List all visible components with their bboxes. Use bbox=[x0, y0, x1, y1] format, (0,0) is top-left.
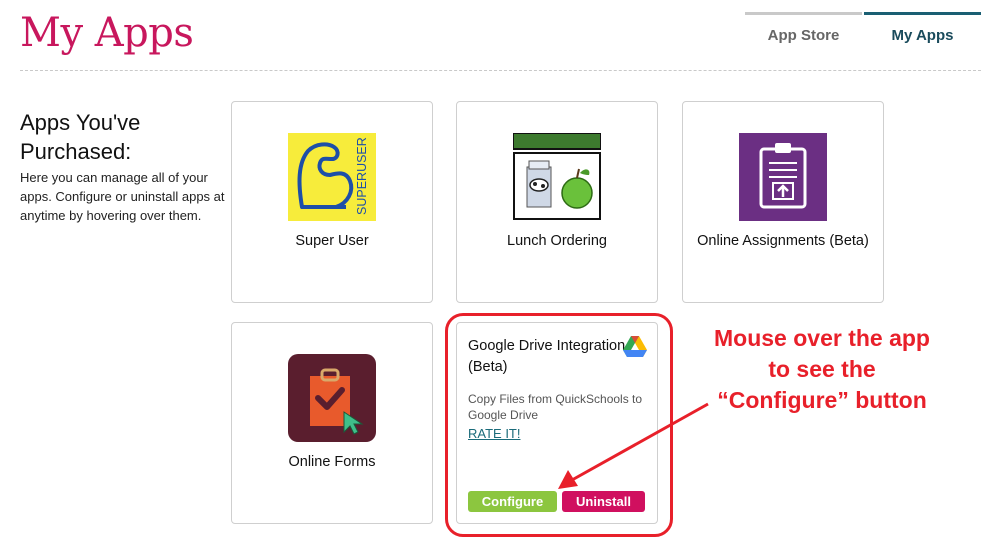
intro-section: Apps You've Purchased: Here you can mana… bbox=[20, 108, 225, 225]
rate-it-link[interactable]: RATE IT! bbox=[468, 426, 520, 441]
intro-heading-line1: Apps You've bbox=[20, 110, 141, 135]
app-title-beta: (Beta) bbox=[468, 359, 508, 375]
lunch-ordering-logo bbox=[513, 133, 601, 220]
intro-description: Here you can manage all of your apps. Co… bbox=[20, 170, 225, 223]
header-divider bbox=[20, 70, 981, 71]
app-description: Copy Files from QuickSchools to Google D… bbox=[468, 392, 643, 422]
app-card-online-assignments[interactable]: Online Assignments (Beta) bbox=[682, 101, 884, 303]
app-card-lunch-ordering[interactable]: Lunch Ordering bbox=[456, 101, 658, 303]
tab-app-store[interactable]: App Store bbox=[745, 12, 862, 56]
google-drive-icon bbox=[623, 336, 647, 357]
app-card-super-user[interactable]: SUPERUSER Super User bbox=[231, 101, 433, 303]
online-forms-logo bbox=[288, 354, 376, 442]
app-name: Online Assignments (Beta) bbox=[697, 233, 869, 249]
svg-text:SUPERUSER: SUPERUSER bbox=[355, 137, 369, 215]
app-title: Google Drive Integration bbox=[468, 338, 626, 354]
page-title: My Apps bbox=[20, 10, 194, 56]
uninstall-button[interactable]: Uninstall bbox=[562, 491, 645, 512]
annotation-callout: Mouse over the app to see the “Configure… bbox=[692, 323, 952, 416]
annotation-line3: “Configure” button bbox=[717, 387, 927, 413]
tab-my-apps[interactable]: My Apps bbox=[864, 12, 981, 56]
superuser-logo: SUPERUSER bbox=[288, 133, 376, 221]
app-card-online-forms[interactable]: Online Forms bbox=[231, 322, 433, 524]
app-name: Super User bbox=[295, 233, 369, 249]
intro-heading: Apps You've Purchased: bbox=[20, 108, 225, 166]
app-name: Online Forms bbox=[288, 454, 376, 470]
app-card-google-drive[interactable]: Google Drive Integration (Beta) Copy Fil… bbox=[456, 322, 658, 524]
annotation-line2: to see the bbox=[768, 356, 876, 382]
configure-button[interactable]: Configure bbox=[468, 491, 557, 512]
intro-heading-line2: Purchased: bbox=[20, 139, 132, 164]
tab-bar: App Store My Apps bbox=[745, 12, 981, 56]
app-name: Lunch Ordering bbox=[507, 233, 607, 249]
online-assignments-logo bbox=[739, 133, 827, 221]
annotation-line1: Mouse over the app bbox=[714, 325, 930, 351]
